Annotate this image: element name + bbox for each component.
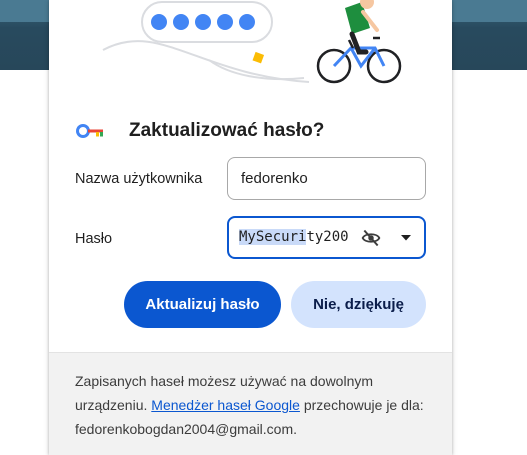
password-illustration	[102, 0, 402, 84]
dialog-title: Zaktualizować hasło?	[129, 120, 325, 141]
key-icon	[76, 124, 103, 138]
eye-off-icon[interactable]	[360, 227, 382, 249]
password-dot	[217, 14, 233, 30]
password-dot	[195, 14, 211, 30]
update-password-button[interactable]: Aktualizuj hasło	[124, 281, 281, 328]
password-dot	[173, 14, 189, 30]
password-field[interactable]: MySecurity200	[227, 216, 426, 259]
cyclist-icon	[316, 0, 402, 84]
illustration-swoosh-line-2	[208, 59, 305, 81]
password-selected-text: MySecuri	[239, 229, 307, 245]
decline-button[interactable]: Nie, dziękuję	[291, 281, 426, 328]
password-manager-link[interactable]: Menedżer haseł Google	[151, 397, 300, 413]
password-dot	[239, 14, 255, 30]
username-field[interactable]: fedorenko	[227, 157, 426, 200]
yellow-confetti	[252, 51, 265, 64]
dialog-footer: Zapisanych haseł możesz używać na dowoln…	[49, 352, 452, 455]
dialog-header: Zaktualizować hasło?	[75, 118, 324, 144]
caret-down-icon[interactable]	[395, 227, 417, 249]
password-rest-text: ty200	[306, 229, 349, 245]
password-value: MySecurity200	[239, 229, 349, 245]
password-label: Hasło	[75, 231, 113, 247]
username-value: fedorenko	[241, 170, 308, 187]
password-dot	[151, 14, 167, 30]
username-label: Nazwa użytkownika	[75, 171, 203, 187]
update-password-dialog: Zaktualizować hasło? Nazwa użytkownika f…	[49, 0, 452, 455]
footer-text: Zapisanych haseł możesz używać na dowoln…	[75, 369, 430, 441]
illustration-swoosh-line	[102, 40, 310, 83]
page: Zaktualizować hasło? Nazwa użytkownika f…	[0, 0, 527, 455]
